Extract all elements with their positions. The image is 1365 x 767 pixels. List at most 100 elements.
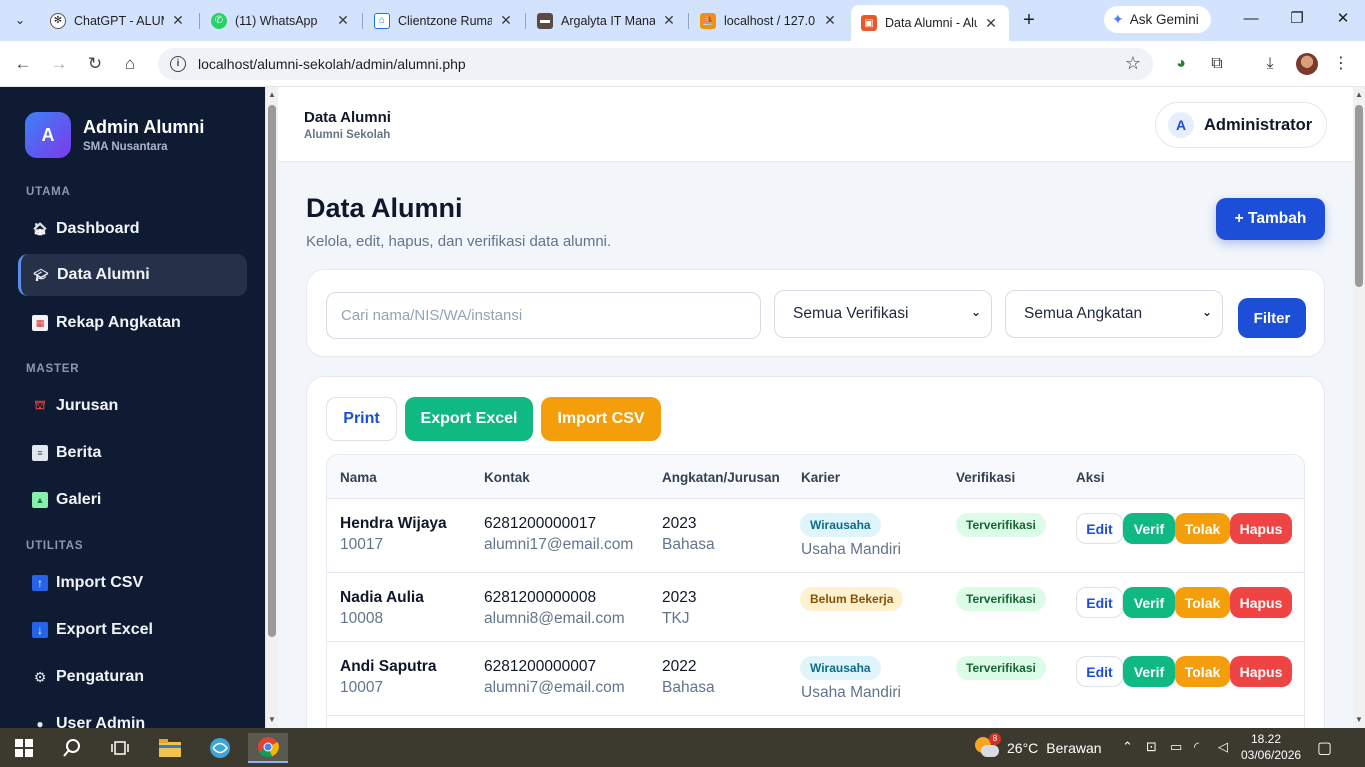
sidebar-item-label: Data Alumni [57, 266, 150, 283]
address-bar[interactable]: i localhost/alumni-sekolah/admin/alumni.… [158, 48, 1153, 80]
network-app-icon[interactable] [200, 733, 240, 763]
task-view-icon[interactable] [100, 733, 140, 763]
tray-device-icon[interactable]: ⊡ [1146, 739, 1157, 755]
sidebar-item-dashboard[interactable]: 🏠︎ Dashboard [18, 208, 247, 250]
karier-badge: Belum Bekerja [800, 587, 904, 611]
close-window-icon[interactable]: ✕ [1328, 8, 1358, 32]
verify-button[interactable]: Verif [1123, 587, 1175, 618]
edit-button[interactable]: Edit [1076, 656, 1123, 687]
reload-icon[interactable]: ↻ [82, 51, 108, 77]
arrow-down-icon: ↓ [32, 622, 48, 638]
wifi-icon[interactable]: ◜ [1194, 739, 1199, 755]
page-scroll-thumb[interactable] [1355, 105, 1363, 287]
back-arrow-icon[interactable]: ← [10, 51, 36, 77]
alumni-angkatan: 2022 [662, 658, 697, 675]
export-excel-button[interactable]: Export Excel [405, 397, 533, 441]
column-header-nama: Nama [340, 470, 377, 485]
sidebar-item-rekap-angkatan[interactable]: ▦ Rekap Angkatan [18, 302, 247, 344]
edit-button[interactable]: Edit [1076, 587, 1123, 618]
sidebar-scrollbar[interactable]: ▲ ▼ [266, 87, 278, 728]
import-csv-button[interactable]: Import CSV [541, 397, 661, 441]
delete-button[interactable]: Hapus [1230, 656, 1292, 687]
restore-icon[interactable]: ❐ [1282, 8, 1312, 32]
alumni-wa: 6281200000008 [484, 589, 597, 606]
taskbar: 8 26°C Berawan ⌃ ⊡ ▭ ◜ ◁ 18.22 03/06/202… [0, 728, 1365, 767]
print-button[interactable]: Print [326, 397, 397, 441]
extension-globe-icon[interactable]: ◕ [1170, 53, 1192, 75]
weather-badge: 8 [989, 733, 1001, 745]
filter-button[interactable]: Filter [1238, 298, 1306, 338]
browser-tab-chatgpt[interactable]: ✻ ChatGPT - ALUMNI ✕ [40, 6, 196, 35]
home-icon[interactable]: ⌂ [117, 51, 143, 77]
bookmark-star-icon[interactable]: ☆ [1125, 53, 1141, 74]
chevron-down-icon: ⌄ [1201, 305, 1212, 319]
browser-tab-data-alumni[interactable]: ▣ Data Alumni - Alumni Sekolah ✕ [851, 5, 1009, 41]
reject-button[interactable]: Tolak [1175, 656, 1230, 687]
close-icon[interactable]: ✕ [335, 12, 351, 29]
browser-tab-phpmyadmin[interactable]: ⛵ localhost / 127.0.0.1 ✕ [690, 6, 848, 35]
close-icon[interactable]: ✕ [170, 12, 186, 29]
argalyta-icon: ▬ [537, 12, 553, 29]
browser-tab-rumahweb[interactable]: ⌂ Clientzone Rumahweb ✕ [364, 6, 524, 35]
close-icon[interactable]: ✕ [498, 12, 514, 29]
scroll-up-icon[interactable]: ▲ [1355, 90, 1363, 99]
battery-icon[interactable]: ▭ [1170, 739, 1182, 755]
verify-button[interactable]: Verif [1123, 513, 1175, 544]
browser-menu-icon[interactable]: ⋮ [1330, 53, 1352, 75]
verifikasi-select[interactable]: Semua Verifikasi ⌄ [774, 290, 992, 338]
alumni-jurusan: Bahasa [662, 536, 715, 553]
ask-gemini-button[interactable]: ✦ Ask Gemini [1104, 6, 1211, 33]
sidebar-item-pengaturan[interactable]: ⚙ Pengaturan [18, 656, 247, 698]
delete-button[interactable]: Hapus [1230, 587, 1292, 618]
sidebar-item-import-csv[interactable]: ↑ Import CSV [18, 562, 247, 604]
sidebar-item-jurusan[interactable]: ⛫ Jurusan [18, 385, 247, 427]
verify-button[interactable]: Verif [1123, 656, 1175, 687]
delete-button[interactable]: Hapus [1230, 513, 1292, 544]
chrome-icon[interactable] [248, 733, 288, 763]
sidebar-item-export-excel[interactable]: ↓ Export Excel [18, 609, 247, 651]
sidebar-item-galeri[interactable]: ▲ Galeri [18, 479, 247, 521]
sidebar-item-label: Jurusan [56, 397, 119, 414]
edit-button[interactable]: Edit [1076, 513, 1123, 544]
profile-avatar[interactable] [1296, 53, 1318, 75]
close-icon[interactable]: ✕ [983, 15, 999, 32]
user-menu[interactable]: A Administrator [1155, 102, 1327, 148]
site-info-icon[interactable]: i [170, 56, 186, 72]
close-icon[interactable]: ✕ [661, 12, 677, 29]
volume-icon[interactable]: ◁ [1218, 739, 1228, 755]
tray-chevron-up-icon[interactable]: ⌃ [1122, 739, 1133, 755]
graduation-cap-icon: 🎓︎ [33, 268, 49, 282]
minimize-icon[interactable]: — [1236, 8, 1266, 32]
extensions-puzzle-icon[interactable]: ⧉ [1206, 53, 1228, 75]
reject-button[interactable]: Tolak [1175, 513, 1230, 544]
tab-search-chevron-icon[interactable]: ⌄ [8, 8, 32, 32]
reject-button[interactable]: Tolak [1175, 587, 1230, 618]
brand-name: Admin Alumni [83, 117, 205, 137]
windows-start-icon[interactable] [4, 733, 44, 763]
sidebar-item-user-admin[interactable]: ● User Admin [18, 703, 247, 728]
alumni-angkatan: 2023 [662, 515, 697, 532]
whatsapp-icon: ✆ [211, 12, 227, 29]
angkatan-select[interactable]: Semua Angkatan ⌄ [1005, 290, 1223, 338]
add-alumni-button[interactable]: + Tambah [1216, 198, 1325, 240]
notification-icon[interactable]: ▢ [1317, 738, 1332, 758]
karier-badge: Wirausaha [800, 656, 881, 680]
sidebar-item-data-alumni[interactable]: 🎓︎ Data Alumni [18, 254, 247, 296]
browser-tab-whatsapp[interactable]: ✆ (11) WhatsApp ✕ [201, 6, 361, 35]
page-scrollbar[interactable]: ▲ ▼ [1353, 87, 1365, 728]
search-icon[interactable] [52, 733, 92, 763]
sidebar-scroll-thumb[interactable] [268, 105, 276, 637]
new-tab-plus-icon[interactable]: + [1017, 9, 1041, 33]
sidebar-item-berita[interactable]: ≡ Berita [18, 432, 247, 474]
search-input[interactable]: Cari nama/NIS/WA/instansi [326, 292, 761, 339]
download-icon[interactable]: ⤓ [1259, 53, 1281, 75]
scroll-down-icon[interactable]: ▼ [1355, 715, 1363, 724]
scroll-down-icon[interactable]: ▼ [268, 715, 276, 724]
close-icon[interactable]: ✕ [822, 12, 838, 29]
file-explorer-icon[interactable] [150, 733, 190, 763]
browser-tab-argalyta[interactable]: ▬ Argalyta IT Management ✕ [527, 6, 687, 35]
forward-arrow-icon[interactable]: → [46, 51, 72, 77]
clock[interactable]: 18.22 03/06/2026 [1241, 731, 1301, 763]
scroll-up-icon[interactable]: ▲ [268, 90, 276, 99]
weather-widget[interactable]: 8 26°C Berawan [975, 733, 1102, 759]
